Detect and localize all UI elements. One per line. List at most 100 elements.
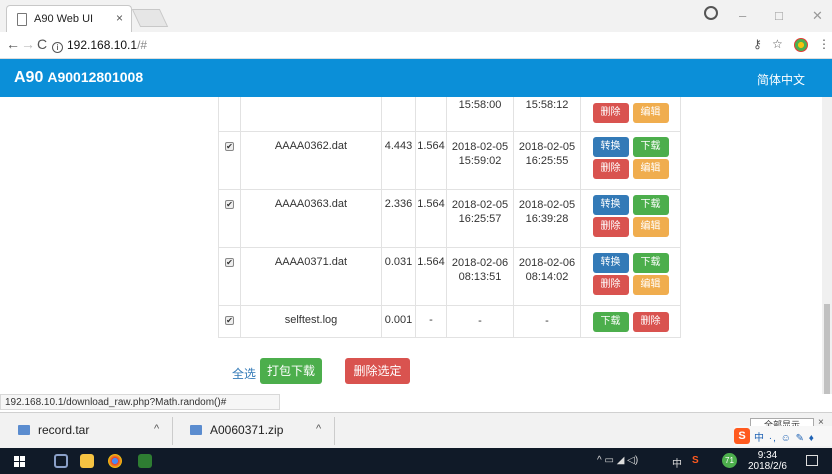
app-title: A90 A90012801008 (14, 69, 143, 87)
table-row: ✔ selftest.log 0.001 - - - 下载 删除 (218, 305, 681, 338)
delete-button[interactable]: 删除 (592, 217, 629, 237)
chevron-up-icon[interactable]: ^ (154, 423, 159, 435)
start-time: 15:58:00 (458, 99, 502, 111)
ime-toolbar: S 中 ·, ☺ ✎ ♦ (734, 426, 832, 446)
pack-download-button[interactable]: 打包下载 (260, 358, 322, 384)
row-checkbox[interactable]: ✔ (225, 142, 234, 151)
notification-icon[interactable] (806, 455, 818, 466)
edge-icon[interactable] (54, 454, 68, 468)
convert-button[interactable]: 转换 (592, 195, 629, 215)
end-time: 08:14:02 (525, 271, 569, 283)
download-button[interactable]: 下载 (632, 137, 669, 157)
minimize-button[interactable]: – (739, 8, 746, 23)
download-button[interactable]: 下载 (592, 312, 629, 332)
edit-button[interactable]: 编辑 (632, 275, 669, 295)
file-name: AAAA0363.dat (240, 189, 382, 248)
file-version: 1.564 (415, 189, 447, 248)
file-version: - (415, 305, 447, 338)
close-window-button[interactable]: ✕ (812, 8, 823, 24)
delete-button[interactable]: 删除 (632, 312, 669, 332)
file-name: AAAA0362.dat (240, 131, 382, 190)
download-item[interactable]: A0060371.zip (190, 423, 283, 437)
sogou-tray-icon[interactable]: S (692, 455, 699, 466)
delete-button[interactable]: 删除 (592, 275, 629, 295)
file-size: 0.031 (381, 247, 416, 306)
url-path: /# (137, 38, 148, 52)
tray-icons[interactable]: ^ ▭ ◢ ◁) (597, 455, 638, 466)
key-icon[interactable]: ⚷ (753, 37, 762, 51)
start-date: 2018-02-05 (451, 199, 509, 211)
file-table: 15:58:00 15:58:12 删除 编辑 ✔ AAAA0362.dat 4.… (218, 97, 681, 338)
clock-time: 9:34 (757, 450, 778, 461)
start-time: - (446, 305, 514, 338)
address-bar[interactable]: i 192.168.10.1/# (52, 38, 147, 53)
ime-lang-indicator[interactable]: 中 (672, 455, 682, 470)
main-content: 15:58:00 15:58:12 删除 编辑 ✔ AAAA0362.dat 4.… (0, 97, 832, 394)
download-filename: record.tar (38, 423, 90, 437)
select-all-link[interactable]: 全选 (232, 365, 256, 382)
download-button[interactable]: 下载 (632, 253, 669, 273)
browser-tab[interactable]: A90 Web UI × (6, 5, 132, 32)
browser-tabstrip: A90 Web UI × – □ ✕ (0, 0, 832, 32)
scrollbar-thumb[interactable] (824, 304, 830, 394)
windows-start-icon[interactable] (14, 456, 25, 467)
end-time: 16:25:55 (525, 155, 569, 167)
tab-title: A90 Web UI (34, 13, 94, 25)
tab-close-button[interactable]: × (116, 11, 123, 25)
end-date: 2018-02-05 (518, 199, 576, 211)
row-checkbox[interactable]: ✔ (225, 258, 234, 267)
table-row: 15:58:00 15:58:12 删除 编辑 (218, 97, 681, 132)
start-date: 2018-02-05 (451, 141, 509, 153)
clock-date: 2018/2/6 (748, 461, 787, 472)
table-row: ✔ AAAA0371.dat 0.031 1.564 2018-02-06 08:… (218, 247, 681, 306)
device-serial: A90012801008 (47, 69, 144, 85)
app-icon[interactable] (138, 454, 152, 468)
file-icon (190, 425, 202, 435)
download-filename: A0060371.zip (210, 423, 284, 437)
app-header: A90 A90012801008 简体中文 (0, 59, 832, 97)
row-checkbox[interactable]: ✔ (225, 316, 234, 325)
end-date: 2018-02-06 (518, 257, 576, 269)
sogou-ime-icon[interactable]: S (734, 428, 750, 444)
end-time: 16:39:28 (525, 213, 569, 225)
forward-icon[interactable]: → (21, 36, 35, 52)
chevron-up-icon[interactable]: ^ (316, 423, 321, 435)
start-time: 15:59:02 (458, 155, 502, 167)
reload-icon[interactable]: C (37, 36, 47, 52)
file-name: selftest.log (240, 305, 382, 338)
menu-icon[interactable]: ⋮ (818, 37, 830, 51)
convert-button[interactable]: 转换 (592, 137, 629, 157)
file-icon (18, 425, 30, 435)
download-button[interactable]: 下载 (632, 195, 669, 215)
folder-icon[interactable] (80, 454, 94, 468)
extension-icon[interactable] (794, 38, 808, 52)
chrome-icon[interactable] (108, 454, 122, 468)
delete-selected-button[interactable]: 删除选定 (345, 358, 410, 384)
maximize-button[interactable]: □ (775, 8, 783, 23)
delete-button[interactable]: 删除 (592, 159, 629, 179)
download-shelf: record.tar ^ A0060371.zip ^ (0, 412, 832, 448)
clock[interactable]: 9:34 2018/2/6 (748, 450, 787, 472)
file-size: 2.336 (381, 189, 416, 248)
taskbar: ^ ▭ ◢ ◁) 中 S 71 9:34 2018/2/6 (0, 448, 832, 474)
delete-button[interactable]: 删除 (592, 103, 629, 123)
new-tab-button[interactable] (131, 9, 169, 27)
url-host: 192.168.10.1 (67, 38, 138, 52)
status-url: 192.168.10.1/download_raw.php?Math.rando… (0, 394, 280, 410)
edit-button[interactable]: 编辑 (632, 159, 669, 179)
ime-mode[interactable]: 中 ·, ☺ ✎ ♦ (754, 429, 815, 444)
convert-button[interactable]: 转换 (592, 253, 629, 273)
bookmark-star-icon[interactable]: ☆ (772, 37, 783, 51)
security-badge-icon[interactable]: 71 (722, 453, 737, 468)
file-version: 1.564 (415, 131, 447, 190)
row-checkbox[interactable]: ✔ (225, 200, 234, 209)
start-date: 2018-02-06 (451, 257, 509, 269)
download-item[interactable]: record.tar (18, 423, 89, 437)
edit-button[interactable]: 编辑 (632, 217, 669, 237)
table-row: ✔ AAAA0363.dat 2.336 1.564 2018-02-05 16:… (218, 189, 681, 248)
edit-button[interactable]: 编辑 (632, 103, 669, 123)
back-icon[interactable]: ← (6, 36, 20, 52)
info-icon[interactable]: i (52, 42, 63, 53)
language-switch[interactable]: 简体中文 (757, 71, 805, 88)
profile-icon[interactable] (704, 6, 718, 20)
